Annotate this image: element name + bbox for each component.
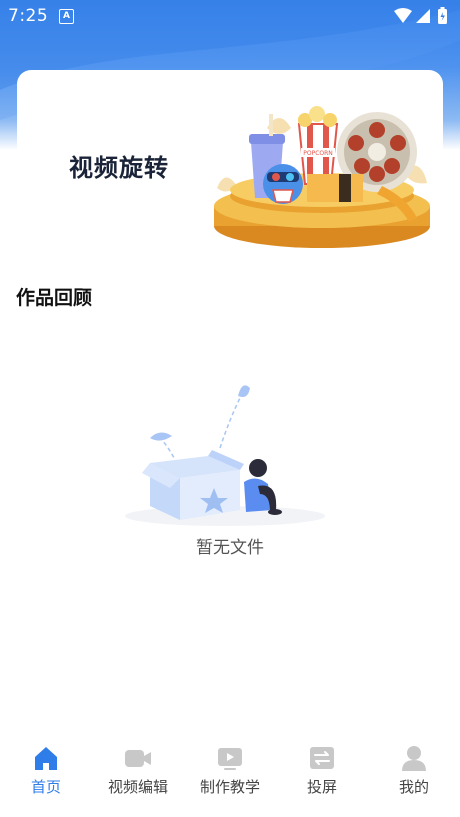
popcorn-label: POPCORN: [303, 150, 333, 157]
section-title: 作品回顾: [16, 287, 93, 309]
nav-label-video-edit: 视频编辑: [107, 778, 168, 796]
bottom-nav: 首页 视频编辑 制作教学 投屏 我的: [0, 735, 460, 817]
nav-label-tutorial: 制作教学: [199, 778, 260, 796]
nav-label-profile: 我的: [398, 778, 429, 796]
status-time: 7:25: [8, 6, 49, 26]
cast-screen-icon: [310, 747, 334, 769]
empty-box-illustration: [125, 385, 325, 526]
tutorial-play-icon: [218, 748, 242, 770]
wifi-icon: [394, 8, 412, 23]
nav-label-home: 首页: [30, 778, 61, 796]
nav-item-cast[interactable]: 投屏: [276, 735, 368, 817]
status-bar: 7:25 A: [0, 0, 460, 32]
cinema-illustration: POPCORN: [214, 106, 430, 248]
banner-title: 视频旋转: [69, 154, 169, 182]
nav-item-video-edit[interactable]: 视频编辑: [92, 735, 184, 817]
notification-badge-icon: A: [59, 9, 74, 24]
nav-item-home[interactable]: 首页: [0, 735, 92, 817]
banner-card[interactable]: 视频旋转 POPCORN: [17, 70, 443, 250]
profile-icon: [402, 746, 426, 771]
nav-item-profile[interactable]: 我的: [368, 735, 460, 817]
nav-item-tutorial[interactable]: 制作教学: [184, 735, 276, 817]
nav-label-cast: 投屏: [306, 778, 337, 796]
status-icons: [394, 7, 447, 24]
empty-state-text: 暂无文件: [196, 538, 264, 558]
signal-icon: [416, 9, 430, 23]
home-icon: [35, 747, 57, 770]
battery-icon: [438, 7, 447, 24]
video-camera-icon: [125, 750, 151, 767]
